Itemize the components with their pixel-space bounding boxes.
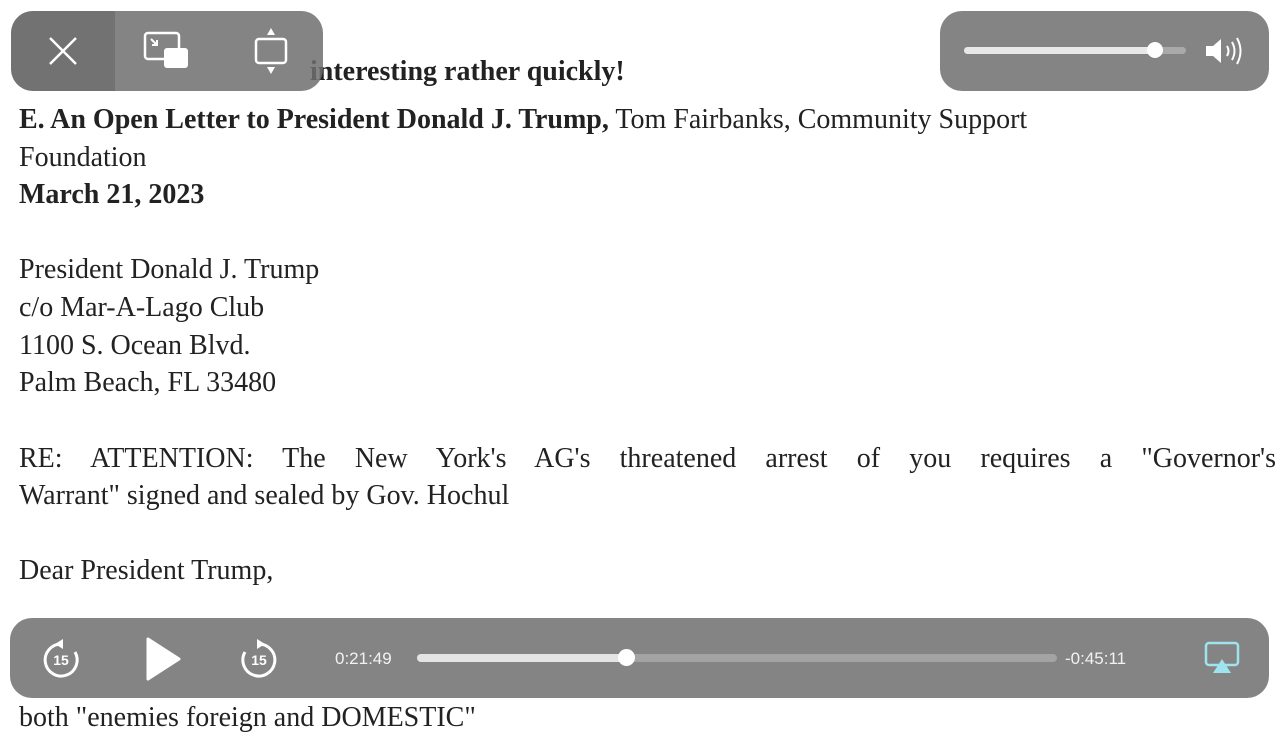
close-icon [49, 37, 77, 65]
address-line: 1100 S. Ocean Blvd. [19, 330, 251, 361]
skip-back-label: 15 [53, 652, 69, 668]
heading-rest: Tom Fairbanks, Community Support [608, 104, 1028, 135]
volume-knob[interactable] [1146, 42, 1163, 58]
picture-in-picture-button[interactable] [115, 11, 219, 91]
play-icon [146, 637, 181, 681]
volume-slider[interactable] [964, 42, 1186, 58]
play-button[interactable] [136, 634, 186, 684]
mute-button[interactable] [1198, 31, 1254, 71]
partial-bottom-line: both "enemies foreign and DOMESTIC" [19, 702, 476, 733]
skip-forward-label: 15 [251, 652, 267, 668]
elapsed-time: 0:21:49 [335, 649, 392, 668]
salutation: Dear President Trump, [19, 555, 274, 586]
re-line-cont: Warrant" signed and sealed by Gov. Hochu… [19, 480, 510, 511]
picture-in-picture-icon [143, 31, 188, 68]
window-controls [11, 11, 323, 91]
partial-top-line: interesting rather quickly! [310, 56, 625, 87]
resize-button[interactable] [219, 11, 323, 91]
skip-back-button[interactable]: 15 [38, 636, 84, 682]
progress-knob[interactable] [617, 649, 635, 666]
volume-panel [940, 11, 1269, 91]
address-line: President Donald J. Trump [19, 254, 320, 285]
address-line: c/o Mar-A-Lago Club [19, 292, 265, 323]
letter-date: March 21, 2023 [19, 179, 205, 210]
volume-fill [964, 47, 1155, 54]
airplay-icon [1204, 641, 1240, 673]
close-button[interactable] [11, 11, 115, 91]
heading-cont: Foundation [19, 142, 147, 173]
speaker-icon [1206, 37, 1242, 65]
progress-fill [417, 654, 626, 662]
address-line: Palm Beach, FL 33480 [19, 367, 277, 398]
skip-forward-button[interactable]: 15 [236, 636, 282, 682]
re-line: RE: ATTENTION: The New York's AG's threa… [19, 443, 1276, 474]
airplay-button[interactable] [1200, 638, 1244, 678]
letter-heading: E. An Open Letter to President Donald J.… [19, 104, 1027, 136]
progress-scrubber[interactable] [417, 649, 1057, 666]
heading-bold: E. An Open Letter to President Donald J.… [19, 104, 609, 135]
remaining-time: -0:45:11 [1065, 649, 1127, 668]
resize-icon [254, 28, 288, 74]
